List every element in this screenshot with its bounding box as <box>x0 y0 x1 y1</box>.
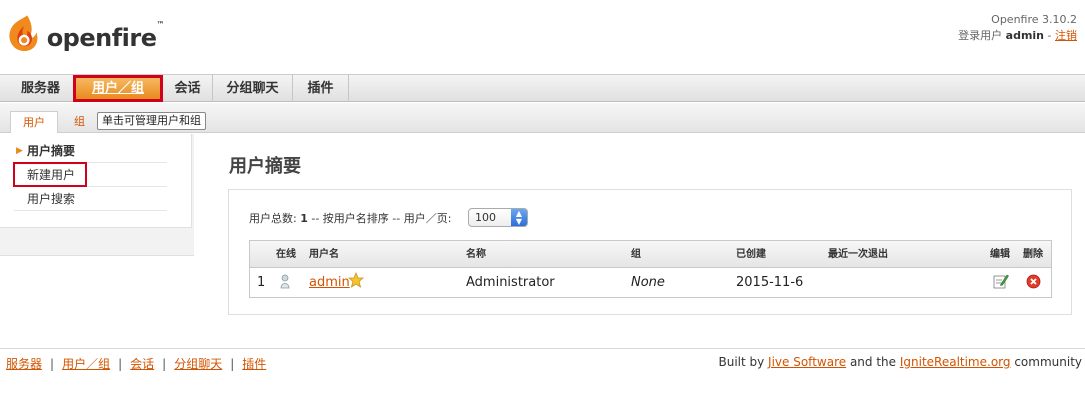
user-offline-icon <box>280 274 290 303</box>
table-row-username[interactable]: admin <box>309 268 350 297</box>
subtab-groups[interactable]: 组 <box>62 111 97 133</box>
igniterealtime-link[interactable]: IgniteRealtime.org <box>900 355 1011 369</box>
summary-middle: -- 按用户名排序 -- 用户／页: <box>307 212 452 225</box>
per-page-value: 100 <box>475 211 496 224</box>
footer-nav: 服务器 | 用户／组 | 会话 | 分组聊天 | 插件 <box>6 355 266 372</box>
brand-name: openfire™ <box>46 20 165 52</box>
sidebar-item-user-search[interactable]: 用户搜索 <box>14 187 167 211</box>
col-name[interactable]: 名称 <box>466 241 486 268</box>
row-index: 1 <box>257 275 266 290</box>
footer-link-users-groups[interactable]: 用户／组 <box>62 357 110 371</box>
col-online: 在线 <box>276 249 296 260</box>
header-separator: - <box>1047 29 1052 42</box>
tab-sessions[interactable]: 会话 <box>163 75 213 102</box>
openfire-flame-icon <box>9 15 38 52</box>
page-title: 用户摘要 <box>229 156 301 177</box>
arrow-right-icon: ▶ <box>16 146 23 156</box>
tab-users-groups[interactable]: 用户／组 <box>73 75 163 102</box>
summary-prefix: 用户总数: <box>249 212 301 225</box>
col-last-logout[interactable]: 最近一次退出 <box>828 241 888 268</box>
sidebar-item-label: 用户摘要 <box>27 144 76 158</box>
per-page-select[interactable]: 100 ▲ ▼ <box>468 208 528 227</box>
col-created[interactable]: 已创建 <box>736 241 766 268</box>
subtab-users[interactable]: 用户 <box>10 111 58 133</box>
footer-link-group-chat[interactable]: 分组聊天 <box>174 357 222 371</box>
footer-separator: | <box>50 357 55 371</box>
col-username[interactable]: 用户名 <box>309 241 339 268</box>
login-username: admin <box>1005 29 1045 42</box>
tab-plugins[interactable]: 插件 <box>293 75 349 102</box>
col-group: 组 <box>631 249 641 260</box>
tab-server[interactable]: 服务器 <box>8 75 74 102</box>
user-summary-panel: 用户总数: 1 -- 按用户名排序 -- 用户／页: 100 ▲ ▼ 在线 用户名… <box>228 189 1072 315</box>
sidebar-item-label: 用户搜索 <box>27 192 76 206</box>
credits-text: and the <box>846 355 900 369</box>
credits-text: community <box>1010 355 1082 369</box>
table-header: 在线 用户名 名称 组 已创建 最近一次退出 编辑 删除 <box>250 241 1051 268</box>
delete-icon[interactable] <box>1026 274 1041 303</box>
header: openfire™ Openfire 3.10.2 登录用户 admin - 注… <box>0 0 1085 74</box>
sidebar: ▶ 用户摘要 新建用户 用户搜索 <box>0 134 194 256</box>
admin-star-icon <box>347 271 365 301</box>
credits-text: Built by <box>718 355 769 369</box>
select-arrows-icon: ▲ ▼ <box>511 209 527 226</box>
total-users: 1 <box>300 212 308 225</box>
footer-link-server[interactable]: 服务器 <box>6 357 42 371</box>
tooltip: 单击可管理用户和组 <box>97 112 206 130</box>
header-user-info: Openfire 3.10.2 登录用户 admin - 注销 <box>958 12 1077 44</box>
footer-link-sessions[interactable]: 会话 <box>130 357 154 371</box>
login-prefix: 登录用户 <box>958 29 1003 42</box>
username-link[interactable]: admin <box>309 275 350 290</box>
footer: 服务器 | 用户／组 | 会话 | 分组聊天 | 插件 Built by Jive Softwa… <box>0 348 1085 374</box>
main-tab-bar: 服务器 用户／组 会话 分组聊天 插件 <box>0 74 1085 102</box>
user-count-summary: 用户总数: 1 -- 按用户名排序 -- 用户／页: <box>249 209 451 229</box>
logout-link[interactable]: 注销 <box>1055 29 1077 42</box>
openfire-logo[interactable]: openfire™ <box>4 6 164 62</box>
footer-separator: | <box>230 357 235 371</box>
footer-credits: Built by Jive Software and the IgniteRea… <box>718 355 1082 369</box>
table-row-created: 2015-11-6 <box>736 275 804 290</box>
footer-separator: | <box>162 357 167 371</box>
tab-group-chat[interactable]: 分组聊天 <box>213 75 293 102</box>
users-table: 在线 用户名 名称 组 已创建 最近一次退出 编辑 删除 1 admin Adm… <box>249 240 1052 298</box>
edit-icon[interactable] <box>993 273 1009 302</box>
highlight-box <box>13 162 87 187</box>
table-row-group: None <box>631 275 665 290</box>
footer-separator: | <box>118 357 123 371</box>
col-delete: 删除 <box>1023 249 1043 260</box>
version-label: Openfire 3.10.2 <box>991 13 1077 26</box>
sidebar-item-user-summary[interactable]: ▶ 用户摘要 <box>14 139 167 163</box>
table-row-name: Administrator <box>466 275 555 290</box>
jive-software-link[interactable]: Jive Software <box>768 355 846 369</box>
footer-link-plugins[interactable]: 插件 <box>242 357 266 371</box>
col-edit: 编辑 <box>990 249 1010 260</box>
